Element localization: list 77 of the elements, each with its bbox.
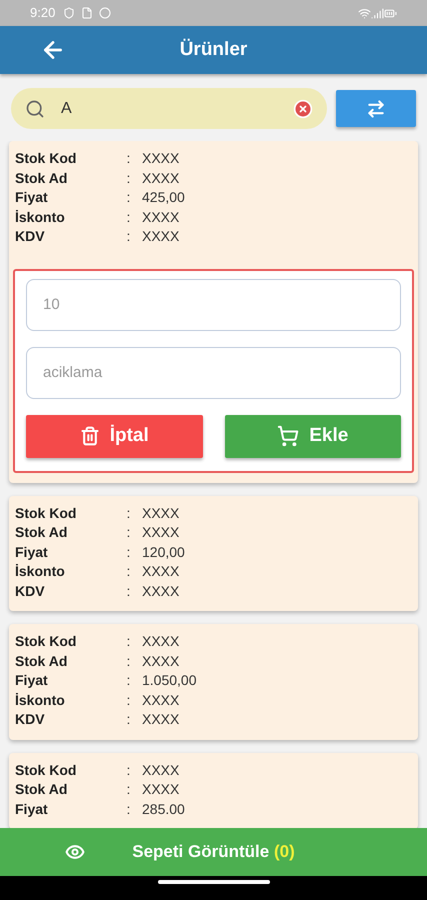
colon: : [126, 227, 132, 246]
field-value: XXXX [142, 168, 180, 188]
field-label: Fiyat [15, 671, 49, 690]
field-label: Fiyat [15, 542, 49, 562]
field-label: Fiyat [15, 188, 49, 207]
field-value: XXXX [142, 149, 180, 168]
field-value: 120,00 [142, 542, 185, 562]
field-label: KDV [15, 710, 46, 729]
status-time: 9:20 [30, 4, 56, 22]
field-value: XXXX [142, 780, 180, 799]
product-card[interactable]: Stok Kod : XXXX Stok Ad : XXXX Fiyat : 120,00 İskonto : XXXX KDV : XXXX [9, 496, 418, 611]
field-value: 1.050,00 [142, 671, 196, 690]
colon: : [126, 632, 132, 651]
colon: : [126, 710, 132, 729]
field-label: Stok Ad [15, 523, 68, 542]
field-label: Stok Kod [15, 760, 78, 780]
field-value: XXXX [142, 227, 180, 246]
field-value: XXXX [142, 562, 180, 581]
field-value: XXXX [142, 504, 180, 522]
colon: : [126, 780, 132, 799]
wifi-icon [358, 6, 371, 20]
field-label: Fiyat [15, 800, 49, 819]
colon: : [126, 149, 132, 168]
arrows-icon [366, 98, 386, 118]
field-label: KDV [15, 227, 46, 246]
colon: : [126, 671, 132, 690]
battery-icon [384, 6, 397, 20]
colon: : [126, 523, 132, 542]
field-label: Stok Ad [15, 780, 68, 799]
colon: : [126, 800, 132, 818]
view-cart-label: Sepeti Görüntüle (0) [132, 841, 295, 864]
colon: : [126, 760, 132, 780]
field-label: Stok Kod [15, 632, 78, 651]
field-value: 285.00 [142, 800, 185, 818]
field-label: İskonto [15, 562, 66, 581]
colon: : [126, 652, 132, 670]
shield-icon [63, 7, 76, 19]
trash-icon [80, 426, 100, 446]
search-icon [25, 98, 45, 118]
swap-button[interactable] [336, 90, 416, 127]
field-label: İskonto [15, 690, 66, 710]
page-title: Ürünler [180, 38, 248, 62]
field-label: Stok Ad [15, 652, 68, 670]
product-card[interactable]: Stok Kod : XXXX Stok Ad : XXXX Fiyat : 285.00 [9, 752, 418, 828]
colon: : [126, 168, 132, 188]
field-value: XXXX [142, 710, 180, 729]
product-card[interactable]: Stok Kod : XXXX Stok Ad : XXXX Fiyat : 425,00 İskonto : XXXX KDV : XXXX 10 aciklama İptal Ekle [9, 141, 418, 482]
note-field[interactable]: aciklama [26, 346, 401, 398]
cart-icon [277, 425, 300, 447]
field-value: XXXX [142, 523, 180, 542]
search-value: A [61, 98, 73, 118]
field-label: İskonto [15, 208, 66, 226]
field-value: XXXX [142, 760, 180, 780]
product-card[interactable]: Stok Kod : XXXX Stok Ad : XXXX Fiyat : 1.050,00 İskonto : XXXX KDV : XXXX [9, 624, 418, 740]
field-value: XXXX [142, 652, 180, 670]
colon: : [126, 188, 132, 207]
colon: : [126, 582, 132, 600]
field-label: KDV [15, 582, 46, 600]
colon: : [126, 562, 132, 581]
field-value: 425,00 [142, 188, 185, 207]
field-value: XXXX [142, 208, 180, 226]
field-label: Stok Ad [15, 168, 68, 188]
quantity-field[interactable]: 10 [26, 278, 401, 330]
eye-icon [65, 842, 85, 862]
colon: : [126, 690, 132, 710]
field-value: XXXX [142, 632, 180, 651]
cancel-button[interactable]: İptal [26, 414, 202, 458]
colon: : [126, 542, 132, 562]
colon: : [126, 208, 132, 226]
circle-icon [99, 7, 112, 19]
field-value: XXXX [142, 582, 180, 600]
field-label: Stok Kod [15, 149, 78, 168]
field-label: Stok Kod [15, 504, 78, 522]
clear-icon[interactable] [293, 98, 313, 118]
search-field[interactable]: A [11, 88, 327, 129]
colon: : [126, 504, 132, 522]
field-value: XXXX [142, 690, 180, 710]
